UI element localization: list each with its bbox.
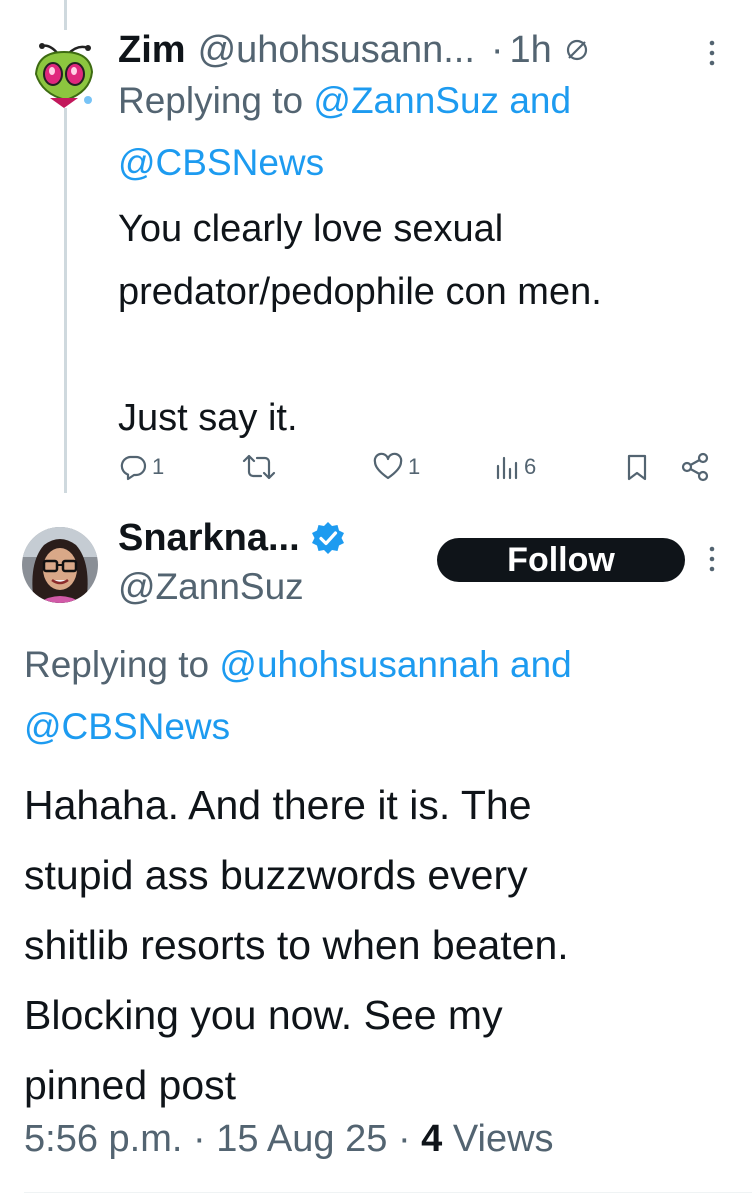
follow-button[interactable]: Follow	[437, 538, 685, 582]
username[interactable]: @ZannSuz	[118, 566, 304, 608]
views-icon	[494, 452, 520, 482]
action-bar: 1 1 6	[118, 452, 728, 492]
verified-badge-icon[interactable]	[310, 520, 346, 556]
tweet-text-line: pinned post	[24, 1062, 237, 1108]
tweet-text-line: Just say it.	[118, 397, 298, 439]
post-time[interactable]: 1h	[510, 29, 552, 72]
mention-link: and	[509, 80, 572, 121]
replying-to-continued: @CBSNews	[118, 142, 324, 184]
tweet-text-line: Hahaha. And there it is. The	[24, 782, 532, 828]
mention-link: and	[510, 644, 572, 685]
retweet-button[interactable]	[242, 452, 276, 482]
views-count: 4	[421, 1118, 443, 1160]
post-time[interactable]: 5:56 p.m.	[24, 1118, 182, 1160]
thread-line	[64, 108, 67, 493]
avatar-zim[interactable]	[28, 38, 98, 108]
mention-link[interactable]: @CBSNews	[24, 706, 230, 747]
post-date[interactable]: 15 Aug 25	[216, 1118, 387, 1160]
reply-count: 1	[152, 454, 165, 479]
avatar-snarkna[interactable]	[22, 527, 98, 603]
share-button[interactable]	[680, 452, 710, 482]
separator-dot: ·	[397, 1118, 411, 1160]
mention-link[interactable]: @ZannSuz	[313, 80, 499, 121]
main-name-row: Snarkna...	[118, 514, 346, 562]
edited-icon[interactable]	[564, 37, 590, 63]
timestamp-row: 5:56 p.m. · 15 Aug 25 · 4 Views	[24, 1118, 554, 1161]
view-count: 6	[524, 454, 537, 479]
tweet-text: You clearly love sexual predator/pedophi…	[118, 198, 738, 450]
share-icon	[680, 452, 710, 482]
replying-prefix: Replying to	[118, 80, 304, 121]
display-name[interactable]: Snarkna...	[118, 517, 300, 560]
reply-icon	[118, 452, 148, 482]
reply-button[interactable]: 1	[118, 452, 164, 482]
like-icon	[372, 452, 404, 482]
separator-dot: ·	[192, 1118, 206, 1160]
tweet-text-line: Blocking you now. See my	[24, 992, 503, 1038]
bottom-divider	[24, 1192, 752, 1193]
bookmark-icon	[624, 452, 650, 482]
more-icon[interactable]	[704, 544, 720, 579]
mention-link[interactable]: @uhohsusannah	[219, 644, 499, 685]
replying-to-continued: @CBSNews	[24, 706, 230, 748]
views-button[interactable]: 6	[494, 452, 536, 482]
reply-header: Zim @uhohsusann... · 1h	[118, 28, 590, 72]
tweet-text-line: stupid ass buzzwords every	[24, 852, 528, 898]
mention-link[interactable]: @CBSNews	[118, 142, 324, 183]
retweet-icon	[242, 452, 276, 482]
thread-line-top	[64, 0, 67, 30]
views-label: Views	[452, 1118, 554, 1160]
display-name[interactable]: Zim	[118, 29, 186, 72]
like-button[interactable]: 1	[372, 452, 420, 482]
like-count: 1	[408, 454, 421, 479]
tweet-text: Hahaha. And there it is. The stupid ass …	[24, 770, 744, 1120]
tweet-text-line: shitlib resorts to when beaten.	[24, 922, 569, 968]
bookmark-button[interactable]	[624, 452, 650, 482]
replying-to: Replying to @ZannSuz and	[118, 80, 571, 122]
more-icon[interactable]	[704, 38, 720, 73]
tweet-text-line: predator/pedophile con men.	[118, 271, 602, 313]
separator-dot: ·	[490, 28, 504, 71]
replying-prefix: Replying to	[24, 644, 210, 685]
tweet-text-line: You clearly love sexual	[118, 208, 504, 250]
replying-to: Replying to @uhohsusannah and	[24, 644, 572, 686]
username[interactable]: @uhohsusann...	[198, 29, 475, 72]
